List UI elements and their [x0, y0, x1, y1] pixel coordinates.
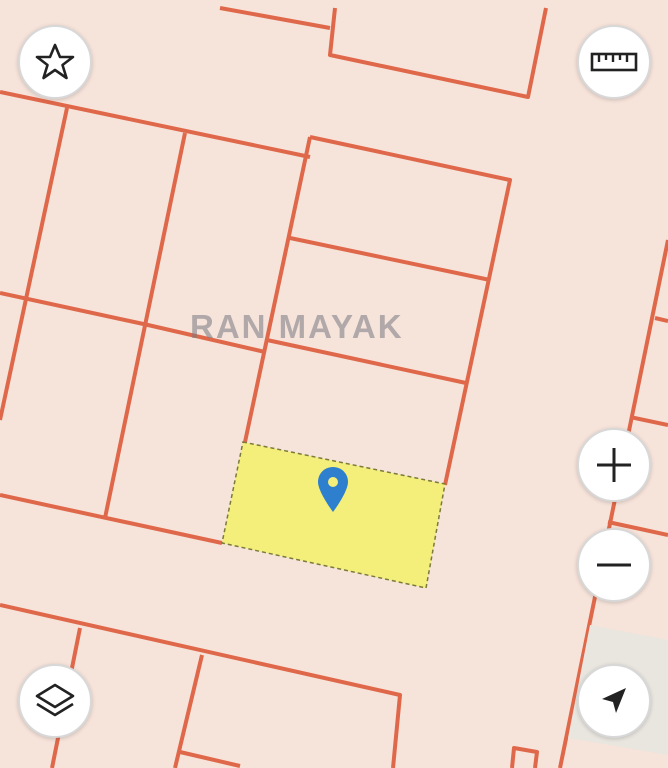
cadastral-map[interactable] — [0, 0, 668, 768]
locate-button[interactable] — [577, 664, 651, 738]
navigation-arrow-icon — [602, 688, 626, 713]
ruler-icon — [590, 52, 638, 72]
minus-icon — [597, 563, 631, 567]
map-background — [0, 0, 668, 768]
zoom-out-button[interactable] — [577, 528, 651, 602]
layers-button[interactable] — [18, 664, 92, 738]
measure-button[interactable] — [577, 25, 651, 99]
favorite-button[interactable] — [18, 25, 92, 99]
star-icon — [35, 43, 75, 80]
layers-icon — [35, 683, 75, 717]
zoom-in-button[interactable] — [577, 428, 651, 502]
plus-icon — [597, 448, 631, 482]
